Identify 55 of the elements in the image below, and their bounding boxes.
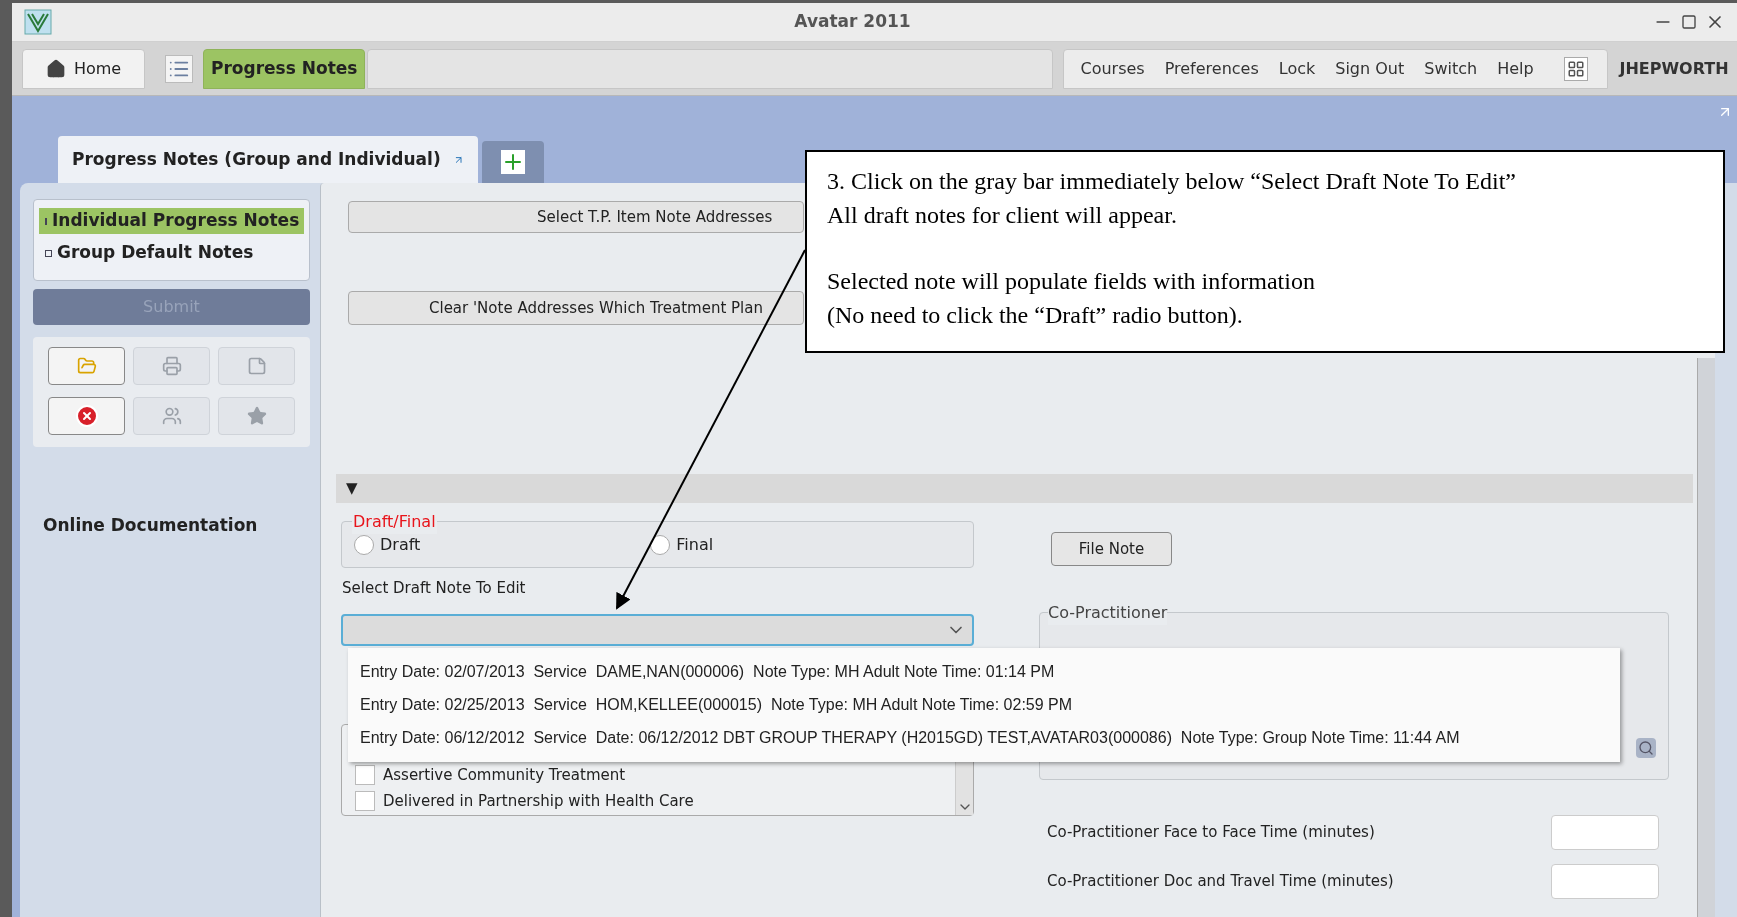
star-icon [246,406,267,426]
draft-note-option[interactable]: Entry Date: 06/12/2012 Service Date: 06/12/2012 DBT GROUP THERAPY (H2015GD) TEST,AVATAR03(000086) Note Type: Group Note Time: 11:44 AM [360,726,1620,750]
new-tab-button[interactable] [482,141,544,183]
callout-text: Selected note will populate fields with information (No need to click the “Draft” radio button). [827,267,1316,330]
menu-link[interactable]: Courses [1080,56,1145,81]
documentation-link[interactable]: Online Documentation [43,513,320,539]
menu-link[interactable]: Switch [1424,56,1478,81]
menu-link[interactable]: Help [1497,56,1534,81]
list-icon[interactable] [165,54,193,83]
draft-note-option[interactable]: Entry Date: 02/25/2013 Service HOM,KELLEE(000015) Note Type: MH Adult Note Time: 02:59 PM [360,693,1620,717]
form-title-tab[interactable]: Progress Notes (Group and Individual) [58,136,478,183]
add-icon [501,150,525,174]
checkbox-label: Delivered in Partnership with Health Care [383,791,694,812]
home-button[interactable]: Home [22,48,145,89]
window-title: Avatar 2011 [794,10,911,34]
radio-button[interactable] [650,534,671,555]
draft-note-dropdown[interactable] [341,613,974,646]
minutes-field[interactable] [1551,864,1659,899]
clear-addresses-button[interactable]: Clear 'Note Addresses Which Treatment Plan [348,291,804,325]
scrollbar[interactable] [1697,358,1715,917]
tool-button[interactable] [48,347,125,385]
home-icon [45,58,66,79]
menu-link[interactable]: Lock [1278,56,1316,81]
checkbox[interactable] [355,791,375,812]
nav-item[interactable]: Individual Progress Notes [39,208,304,234]
printer-icon [161,356,182,376]
callout-text: 3. Click on the gray bar immediately below “Select Draft Note To Edit” All draft notes for client will appear. [827,167,1517,230]
checkbox[interactable] [355,764,375,785]
logo-icon [24,9,52,35]
folder-icon [76,356,97,376]
radio-label: Final [676,533,714,556]
user-name: JHEPWORTH [1619,57,1729,80]
maximize-icon[interactable] [1681,14,1697,30]
tool-button[interactable] [48,397,125,435]
file-note-button[interactable]: File Note [1051,532,1172,566]
note-icon [246,356,267,376]
field-label: Co-Practitioner Doc and Travel Time (minutes) [1047,871,1394,893]
field-label: Select Draft Note To Edit [342,578,527,599]
search-icon[interactable] [1636,738,1656,758]
select-items-button[interactable]: Select T.P. Item Note Addresses [348,201,804,233]
radio-label: Draft [380,533,421,556]
form-title: Progress Notes (Group and Individual) [72,147,441,171]
radio-button[interactable] [354,534,374,555]
layout-icon[interactable] [1563,56,1588,81]
form-tab[interactable]: Progress Notes [203,48,366,89]
minutes-field[interactable] [1551,815,1659,850]
nav-item[interactable]: Group Default Notes [39,240,304,266]
draft-note-option[interactable]: Entry Date: 02/07/2013 Service DAME,NAN(000006) Note Type: MH Adult Note Time: 01:14 PM [360,660,1620,684]
menu-link[interactable]: Preferences [1164,56,1259,81]
section-bar[interactable]: ▼ [336,474,1693,503]
field-label: Co-Practitioner Face to Face Time (minutes) [1047,822,1375,844]
menu-link[interactable]: Sign Out [1335,56,1405,81]
cancel-icon [74,404,99,428]
checkbox-label: Assertive Community Treatment [383,764,626,786]
people-icon [161,406,182,426]
